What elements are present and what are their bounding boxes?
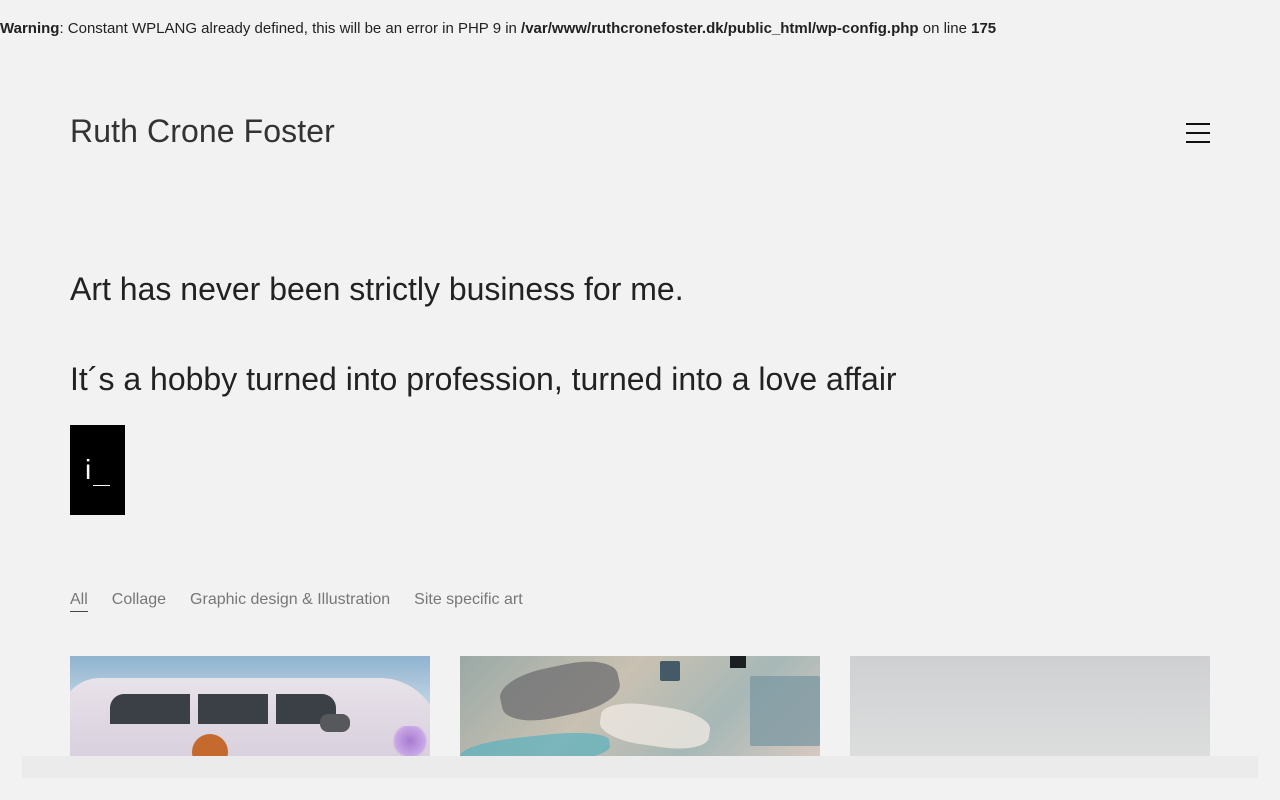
filter-site-specific-art[interactable]: Site specific art <box>414 591 522 612</box>
logo-mark: i <box>70 425 125 515</box>
filter-graphic-design-illustration[interactable]: Graphic design & Illustration <box>190 591 390 612</box>
intro-line-1: Art has never been strictly business for… <box>70 271 684 307</box>
fabric-pattern <box>730 656 746 668</box>
car-flower-decal <box>390 726 430 756</box>
php-warning-path: /var/www/ruthcronefoster.dk/public_html/… <box>521 20 919 37</box>
logo-glyph: i <box>85 454 92 485</box>
intro-line-2: It´s a hobby turned into profession, tur… <box>70 361 897 397</box>
php-warning-message: : Constant WPLANG already defined, this … <box>59 20 522 37</box>
menu-bar-bottom <box>1186 141 1210 143</box>
portfolio-item-car[interactable] <box>70 656 430 756</box>
fabric-pattern <box>660 661 680 681</box>
cookie-bar <box>22 756 1258 778</box>
portfolio-item-fabric[interactable] <box>460 656 820 756</box>
php-warning-line-number: 175 <box>971 20 997 37</box>
logo-underscore-icon <box>93 485 110 486</box>
php-warning-label: Warning <box>0 20 60 37</box>
php-warning-line-text: on line <box>918 20 972 37</box>
site-title[interactable]: Ruth Crone Foster <box>70 113 335 150</box>
fabric-pattern <box>597 698 713 754</box>
menu-bar-top <box>1186 123 1210 125</box>
car-mirror <box>320 714 350 732</box>
site-header: Ruth Crone Foster <box>70 113 1210 153</box>
fabric-pattern <box>460 728 612 756</box>
portfolio-item-grey[interactable] <box>850 656 1210 756</box>
menu-bar-middle <box>1186 132 1210 134</box>
php-warning: Warning: Constant WPLANG already defined… <box>0 20 996 37</box>
portfolio-filter-nav: All Collage Graphic design & Illustratio… <box>70 591 523 612</box>
car-window <box>110 694 190 724</box>
hamburger-menu-icon[interactable] <box>1186 122 1210 143</box>
car-window <box>198 694 268 724</box>
portfolio-gallery <box>70 656 1210 756</box>
filter-collage[interactable]: Collage <box>112 591 166 612</box>
filter-all[interactable]: All <box>70 591 88 612</box>
fabric-pattern <box>750 676 820 746</box>
